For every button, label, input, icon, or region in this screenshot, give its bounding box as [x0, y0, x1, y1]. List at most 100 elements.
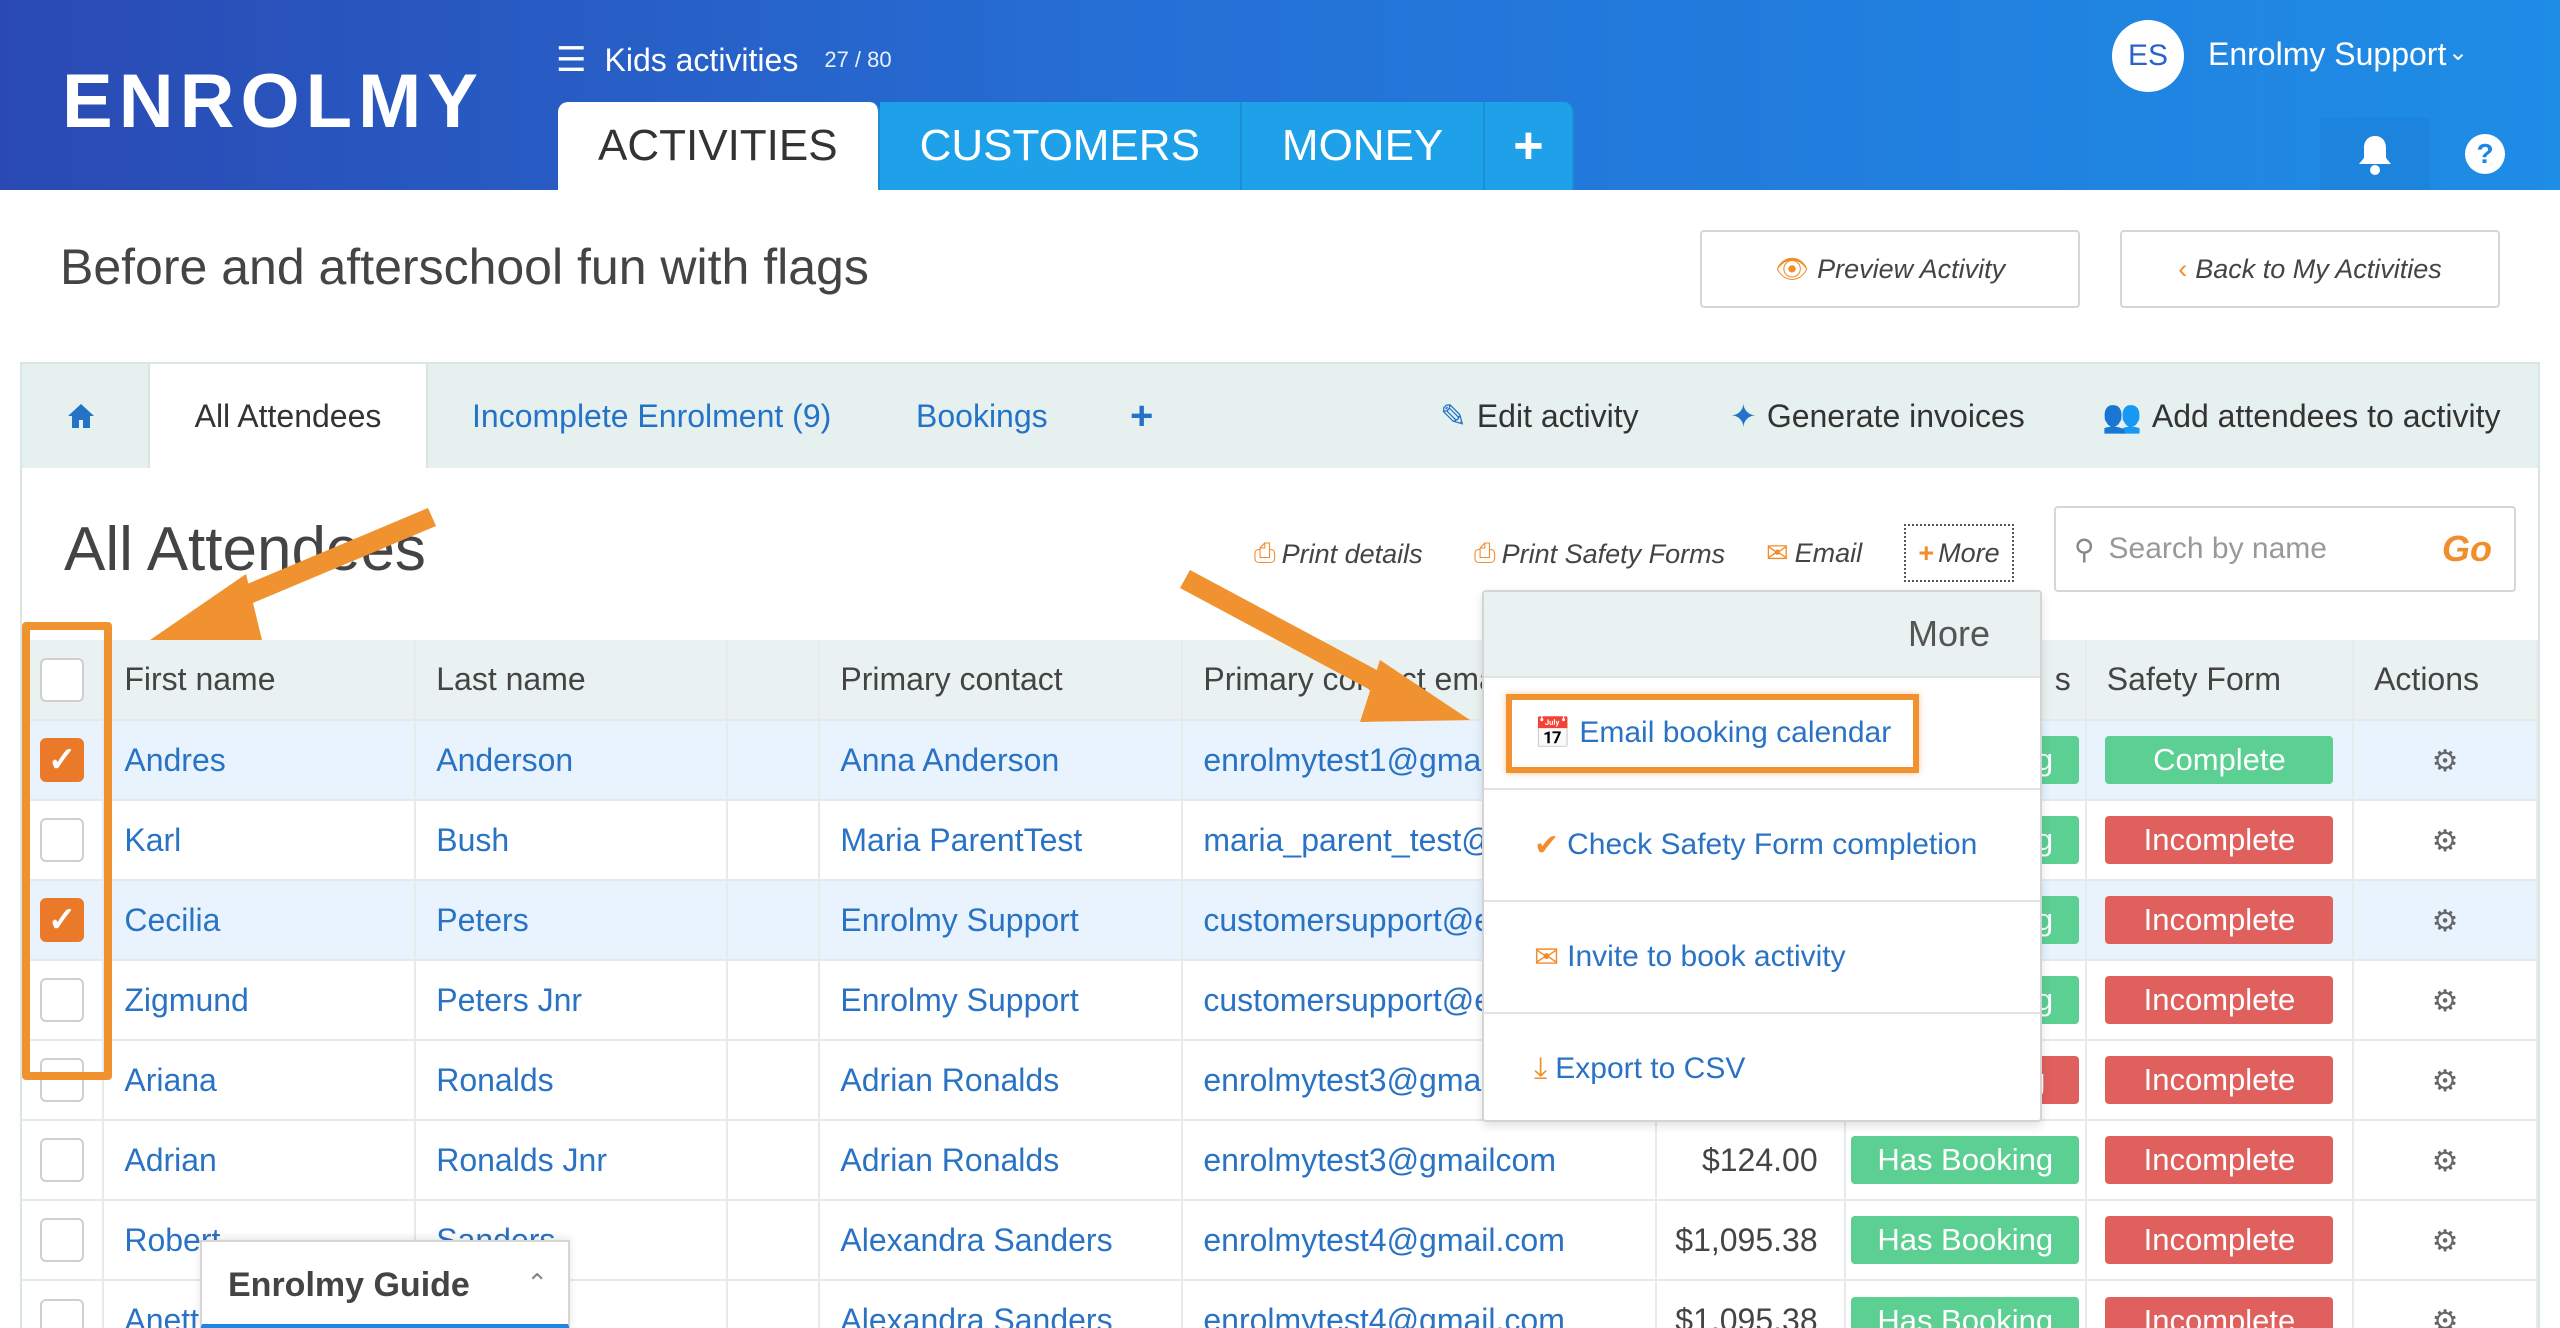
first-name-cell[interactable]: Adrian: [103, 1119, 417, 1200]
last-name-cell[interactable]: Anderson: [415, 719, 728, 800]
gear-icon[interactable]: ⚙: [2432, 825, 2459, 858]
search-go-button[interactable]: Go: [2442, 528, 2492, 570]
primary-contact-cell[interactable]: Alexandra Sanders: [819, 1199, 1184, 1280]
col-primary-contact[interactable]: Primary contact: [819, 640, 1184, 720]
last-name-cell[interactable]: Peters: [415, 879, 728, 960]
primary-contact-cell[interactable]: Maria ParentTest: [819, 799, 1184, 880]
row-checkbox[interactable]: [40, 1138, 85, 1182]
user-menu[interactable]: Enrolmy Support: [2208, 36, 2446, 73]
table-row[interactable]: Zigmund Peters Jnr Enrolmy Support customer…: [22, 959, 2538, 1040]
blank-cell: [726, 959, 821, 1040]
menu-item-email-booking-calendar[interactable]: 📅 Email booking calendar: [1484, 676, 2040, 788]
primary-contact-cell[interactable]: Enrolmy Support: [819, 879, 1184, 960]
table-row[interactable]: Ariana Ronalds Adrian Ronalds enrolmytest3@…: [22, 1039, 2538, 1120]
tab-all-attendees[interactable]: All Attendees: [148, 364, 428, 468]
table-row[interactable]: ✓ Cecilia Peters Enrolmy Support customersup…: [22, 879, 2538, 960]
gear-icon[interactable]: ⚙: [2432, 905, 2459, 938]
edit-activity-link[interactable]: ✎ Edit activity: [1440, 364, 1639, 468]
tab-money[interactable]: MONEY: [1241, 102, 1486, 190]
primary-contact-email-cell[interactable]: enrolmytest4@gmail.com: [1182, 1199, 1657, 1280]
gear-icon[interactable]: ⚙: [2432, 745, 2459, 778]
table-row[interactable]: Adrian Ronalds Jnr Adrian Ronalds enrolmyte…: [22, 1119, 2538, 1200]
search-input[interactable]: Search by name: [2109, 532, 2442, 566]
chevron-up-icon[interactable]: ⌃: [526, 1268, 548, 1299]
tab-bookings[interactable]: Bookings: [916, 364, 1048, 468]
top-header: ENROLMY ☰ Kids activities 27 / 80 ACTIVI…: [0, 0, 2560, 190]
add-tab-button[interactable]: +: [1485, 102, 1574, 190]
email-button[interactable]: ✉ Email: [1766, 538, 1862, 569]
notifications-button[interactable]: [2320, 118, 2430, 190]
first-name-cell[interactable]: Ariana: [103, 1039, 417, 1120]
bell-icon: [2359, 136, 2391, 175]
safety-form-status-badge: Complete: [2105, 736, 2334, 784]
add-attendees-link[interactable]: 👥 Add attendees to activity: [2102, 364, 2501, 468]
back-to-activities-button[interactable]: ‹ Back to My Activities: [2120, 230, 2500, 308]
row-checkbox[interactable]: [40, 1298, 85, 1328]
print-icon: ⎙: [1254, 538, 1276, 568]
edit-activity-label: Edit activity: [1476, 397, 1639, 434]
page-title: Before and afterschool fun with flags: [60, 239, 869, 295]
first-name-cell[interactable]: Andres: [103, 719, 417, 800]
primary-contact-email-cell[interactable]: enrolmytest3@gmailcom: [1182, 1119, 1657, 1200]
print-safety-forms-button[interactable]: ⎙ Print Safety Forms: [1474, 538, 1725, 570]
amount-cell: $1,095.38: [1655, 1279, 1846, 1328]
primary-contact-cell[interactable]: Alexandra Sanders: [819, 1279, 1184, 1328]
tab-incomplete-enrolment[interactable]: Incomplete Enrolment (9): [472, 364, 831, 468]
last-name-cell[interactable]: Peters Jnr: [415, 959, 728, 1040]
menu-item-check-safety-form[interactable]: ✔ Check Safety Form completion: [1484, 788, 2040, 900]
gear-icon[interactable]: ⚙: [2432, 1065, 2459, 1098]
gear-icon[interactable]: ⚙: [2432, 1225, 2459, 1258]
add-subtab-icon[interactable]: +: [1130, 364, 1153, 468]
col-safety-form[interactable]: Safety Form: [2085, 640, 2355, 720]
chevron-down-icon[interactable]: ⌄: [2448, 38, 2468, 67]
print-icon: ⎙: [1474, 538, 1496, 568]
gear-icon[interactable]: ⚙: [2432, 1145, 2459, 1178]
menu-item-invite-to-book[interactable]: ✉ Invite to book activity: [1484, 900, 2040, 1012]
more-button[interactable]: + More: [1904, 524, 2014, 582]
home-tab[interactable]: [66, 364, 96, 468]
primary-contact-cell[interactable]: Enrolmy Support: [819, 959, 1184, 1040]
more-label: More: [1938, 537, 2000, 568]
help-icon: ?: [2465, 134, 2505, 174]
print-details-button[interactable]: ⎙ Print details: [1254, 538, 1423, 570]
blank-cell: [726, 1279, 821, 1328]
enrolmy-guide-widget[interactable]: Enrolmy Guide ⌃: [200, 1240, 570, 1328]
first-name-cell[interactable]: Zigmund: [103, 959, 417, 1040]
col-last-name[interactable]: Last name: [415, 640, 728, 720]
row-checkbox[interactable]: [40, 1218, 85, 1262]
col-first-name[interactable]: First name: [103, 640, 417, 720]
preview-activity-button[interactable]: 👁 Preview Activity: [1700, 230, 2080, 308]
last-name-cell[interactable]: Ronalds Jnr: [415, 1119, 728, 1200]
account-switcher[interactable]: ☰ Kids activities 27 / 80: [556, 36, 892, 84]
primary-contact-cell[interactable]: Anna Anderson: [819, 719, 1184, 800]
booking-status-badge: Has Booking: [1851, 1216, 2080, 1264]
safety-form-status-badge: Incomplete: [2105, 1296, 2334, 1328]
row-select-cell: [22, 1119, 105, 1200]
more-dropdown-menu: More 📅 Email booking calendar ✔ Check Sa…: [1482, 590, 2042, 1122]
amount-cell: $1,095.38: [1655, 1199, 1846, 1280]
row-select-cell: [22, 1199, 105, 1280]
menu-item-export-csv[interactable]: ⤓ Export to CSV: [1484, 1012, 2040, 1124]
help-button[interactable]: ?: [2430, 118, 2540, 190]
generate-invoices-label: Generate invoices: [1766, 397, 2025, 434]
tab-customers[interactable]: CUSTOMERS: [879, 102, 1242, 190]
account-name: Kids activities: [604, 41, 799, 78]
first-name-cell[interactable]: Karl: [103, 799, 417, 880]
enrolmy-logo[interactable]: ENROLMY: [62, 58, 484, 145]
safety-form-cell: Incomplete: [2085, 1039, 2355, 1120]
last-name-cell[interactable]: Bush: [415, 799, 728, 880]
last-name-cell[interactable]: Ronalds: [415, 1039, 728, 1120]
gear-icon[interactable]: ⚙: [2432, 985, 2459, 1018]
first-name-cell[interactable]: Cecilia: [103, 879, 417, 960]
gear-icon[interactable]: ⚙: [2432, 1305, 2459, 1328]
primary-contact-cell[interactable]: Adrian Ronalds: [819, 1119, 1184, 1200]
generate-invoices-link[interactable]: ✦ Generate invoices: [1730, 364, 2025, 468]
actions-cell: ⚙: [2353, 1279, 2538, 1328]
tab-activities[interactable]: ACTIVITIES: [558, 102, 880, 190]
table-row[interactable]: ✓ Andres Anderson Anna Anderson enrolmytest1…: [22, 719, 2538, 800]
home-icon: [68, 404, 94, 428]
primary-contact-cell[interactable]: Adrian Ronalds: [819, 1039, 1184, 1120]
primary-contact-email-cell[interactable]: enrolmytest4@gmail.com: [1182, 1279, 1657, 1328]
avatar[interactable]: ES: [2112, 20, 2184, 92]
table-row[interactable]: Karl Bush Maria ParentTest maria_parent_tes…: [22, 799, 2538, 880]
